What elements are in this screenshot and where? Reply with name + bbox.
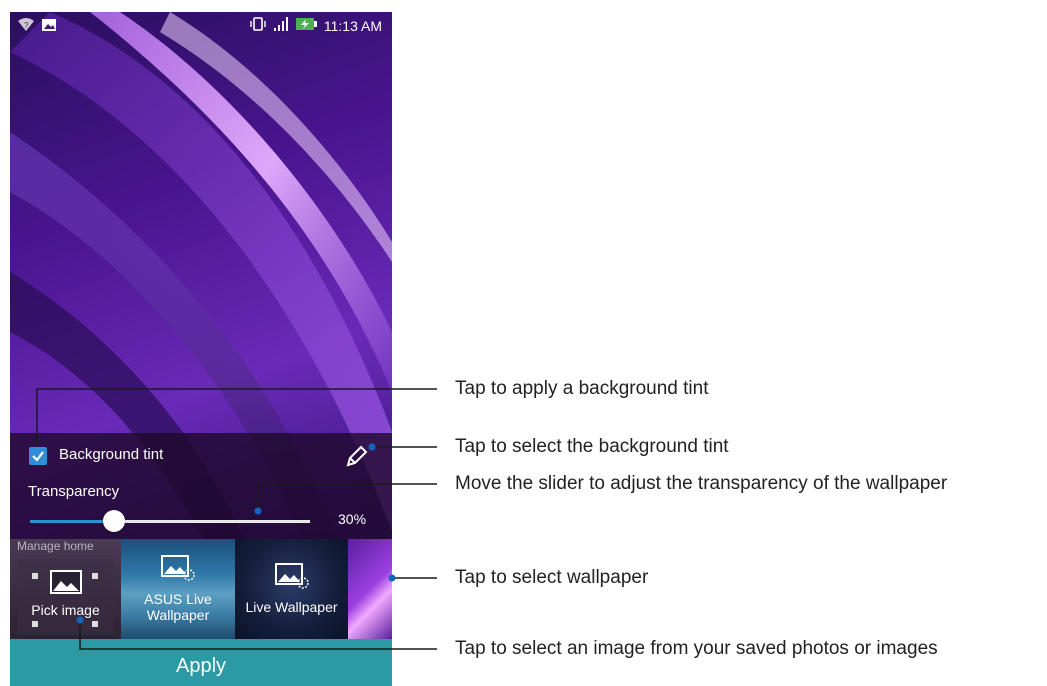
- callout-select-tint: Tap to select the background tint: [455, 436, 729, 457]
- callout-line-apply-tint: [36, 388, 437, 445]
- callout-line-select-image: [79, 620, 437, 650]
- callout-dot-select-tint: [368, 443, 376, 451]
- callout-dot-select-wallpaper: [388, 574, 396, 582]
- callout-apply-tint: Tap to apply a background tint: [455, 378, 709, 399]
- callout-select-wallpaper: Tap to select wallpaper: [455, 567, 649, 588]
- callout-select-image: Tap to select an image from your saved p…: [455, 638, 938, 659]
- callout-line-slider: [257, 483, 437, 511]
- callout-dot-select-image: [76, 616, 84, 624]
- callout-dot-slider: [254, 507, 262, 515]
- callout-slider: Move the slider to adjust the transparen…: [455, 473, 948, 494]
